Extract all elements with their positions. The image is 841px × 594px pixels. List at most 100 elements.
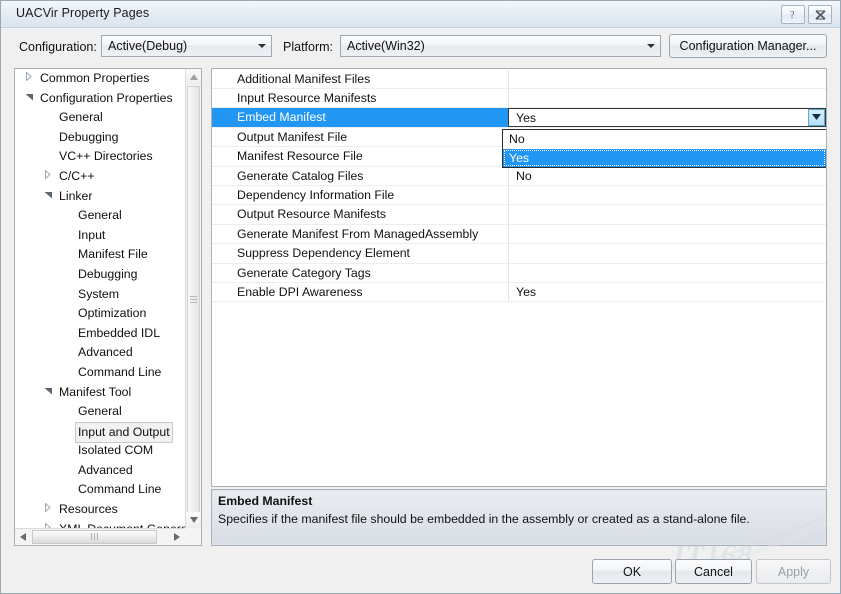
close-button[interactable]: [808, 5, 832, 24]
chevron-right-icon[interactable]: [44, 519, 57, 528]
title-bar-buttons: ?: [781, 5, 832, 24]
ok-button[interactable]: OK: [592, 559, 672, 584]
tree-item-linker[interactable]: Linker: [15, 187, 185, 207]
tree-item-general[interactable]: General: [15, 402, 185, 422]
tree-item-isolated-com[interactable]: Isolated COM: [15, 441, 185, 461]
tree-item-label: Command Line: [78, 482, 162, 497]
property-pages-dialog: UACVir Property Pages ? Configuration: A…: [0, 0, 841, 594]
dropdown-option-no[interactable]: No: [503, 130, 826, 149]
chevron-down-icon[interactable]: [25, 88, 38, 108]
configuration-manager-button[interactable]: Configuration Manager...: [669, 34, 827, 58]
tree-item-debugging[interactable]: Debugging: [15, 128, 185, 148]
tree-item-label: VC++ Directories: [59, 149, 153, 164]
properties-tree[interactable]: Common Properties Configuration Propertie…: [14, 68, 202, 546]
chevron-down-icon[interactable]: [642, 37, 659, 55]
grid-row[interactable]: Dependency Information File: [212, 186, 826, 206]
tree-item-label: XML Document Genera: [57, 520, 185, 528]
tree-item-label: Manifest Tool: [59, 384, 132, 399]
grid-row-name: Manifest Resource File: [237, 149, 363, 164]
configuration-combobox[interactable]: Active(Debug): [101, 35, 272, 57]
grid-row[interactable]: Input Resource Manifests: [212, 89, 826, 109]
tree-item-label: Command Line: [78, 364, 162, 379]
tree-item-input-and-output[interactable]: Input and Output: [15, 421, 185, 444]
grid-row[interactable]: Generate Manifest From ManagedAssembly: [212, 224, 826, 245]
chevron-right-icon[interactable]: [44, 499, 57, 519]
tree-hscroll-thumb[interactable]: [32, 530, 157, 544]
tree-item-label: Optimization: [78, 306, 147, 321]
tree-item-embedded-idl[interactable]: Embedded IDL: [15, 324, 185, 344]
tree-item-common-properties[interactable]: Common Properties: [15, 69, 185, 89]
grid-row-name: Additional Manifest Files: [237, 71, 371, 86]
tree-item-label: General: [59, 110, 103, 125]
chevron-down-icon[interactable]: [808, 108, 825, 127]
tree-item-label: C/C++: [59, 169, 95, 184]
scroll-right-arrow-icon[interactable]: [169, 529, 185, 545]
grid-row[interactable]: Output Resource Manifests: [212, 205, 826, 225]
grid-row[interactable]: Generate Catalog Files No: [212, 166, 826, 186]
grid-column-divider: [508, 244, 509, 264]
close-icon: [814, 9, 826, 20]
tree-item-label: Advanced: [78, 462, 133, 477]
tree-item-c-c[interactable]: C/C++: [15, 167, 185, 187]
scroll-grip-icon: [190, 294, 197, 305]
grid-row[interactable]: Generate Category Tags: [212, 263, 826, 283]
tree-item-input[interactable]: Input: [15, 226, 185, 246]
grid-row-name: Output Resource Manifests: [237, 207, 386, 222]
tree-item-command-line[interactable]: Command Line: [15, 363, 185, 383]
scroll-left-arrow-icon[interactable]: [15, 529, 31, 545]
platform-value: Active(Win32): [347, 39, 425, 53]
grid-row[interactable]: Enable DPI Awareness Yes: [212, 283, 826, 303]
grid-row-name: Enable DPI Awareness: [237, 285, 363, 299]
chevron-down-icon[interactable]: [44, 382, 57, 402]
tree-item-system[interactable]: System: [15, 285, 185, 305]
grid-row-name: Generate Catalog Files: [237, 168, 364, 183]
tree-item-vc-directories[interactable]: VC++ Directories: [15, 147, 185, 167]
platform-label: Platform:: [283, 40, 334, 54]
grid-row[interactable]: Additional Manifest Files: [212, 69, 826, 89]
embed-manifest-dropdown-list[interactable]: No Yes: [502, 129, 826, 168]
dropdown-option-yes[interactable]: Yes: [503, 148, 826, 167]
tree-item-configuration-properties[interactable]: Configuration Properties: [15, 89, 185, 109]
grid-row[interactable]: Suppress Dependency Element: [212, 244, 826, 264]
tree-item-label: Isolated COM: [78, 443, 154, 458]
tree-item-optimization[interactable]: Optimization: [15, 304, 185, 324]
tree-item-label: Manifest File: [78, 247, 148, 262]
tree-scroll-thumb[interactable]: [187, 86, 200, 513]
grid-row-value[interactable]: Yes: [516, 285, 536, 299]
tree-item-command-line[interactable]: Command Line: [15, 480, 185, 500]
description-pane: Embed Manifest Specifies if the manifest…: [211, 489, 827, 546]
tree-item-advanced[interactable]: Advanced: [15, 461, 185, 481]
tree-item-label: Embedded IDL: [78, 325, 161, 340]
configuration-label: Configuration:: [19, 40, 97, 54]
tree-item-manifest-file[interactable]: Manifest File: [15, 245, 185, 265]
chevron-down-icon[interactable]: [44, 186, 57, 206]
title-bar[interactable]: UACVir Property Pages ?: [1, 1, 840, 28]
embed-manifest-value-editor[interactable]: Yes: [508, 107, 826, 128]
tree-item-debugging[interactable]: Debugging: [15, 265, 185, 285]
tree-item-label: General: [78, 404, 122, 419]
grid-column-divider: [508, 283, 509, 303]
tree-item-general[interactable]: General: [15, 206, 185, 226]
tree-horizontal-scrollbar[interactable]: [15, 528, 201, 545]
tree-item-general[interactable]: General: [15, 108, 185, 128]
scroll-down-arrow-icon[interactable]: [186, 512, 201, 528]
scroll-grip-icon: [90, 528, 99, 545]
tree-item-manifest-tool[interactable]: Manifest Tool: [15, 383, 185, 403]
tree-item-xml-document-genera[interactable]: XML Document Genera: [15, 520, 185, 528]
scroll-up-arrow-icon[interactable]: [186, 69, 201, 85]
tree-item-label: Debugging: [78, 266, 138, 281]
grid-column-divider: [508, 186, 509, 206]
chevron-right-icon[interactable]: [25, 69, 38, 88]
grid-row-name: Generate Manifest From ManagedAssembly: [237, 226, 479, 241]
chevron-right-icon[interactable]: [44, 166, 57, 186]
grid-column-divider: [508, 205, 509, 225]
help-button[interactable]: ?: [781, 5, 805, 24]
platform-combobox[interactable]: Active(Win32): [340, 35, 661, 57]
cancel-button[interactable]: Cancel: [675, 559, 752, 584]
chevron-down-icon[interactable]: [253, 37, 270, 55]
grid-row-value[interactable]: No: [516, 169, 532, 183]
tree-vertical-scrollbar[interactable]: [185, 69, 201, 528]
tree-item-resources[interactable]: Resources: [15, 500, 185, 520]
tree-item-advanced[interactable]: Advanced: [15, 343, 185, 363]
property-grid[interactable]: Additional Manifest Files Input Resource …: [211, 68, 827, 487]
